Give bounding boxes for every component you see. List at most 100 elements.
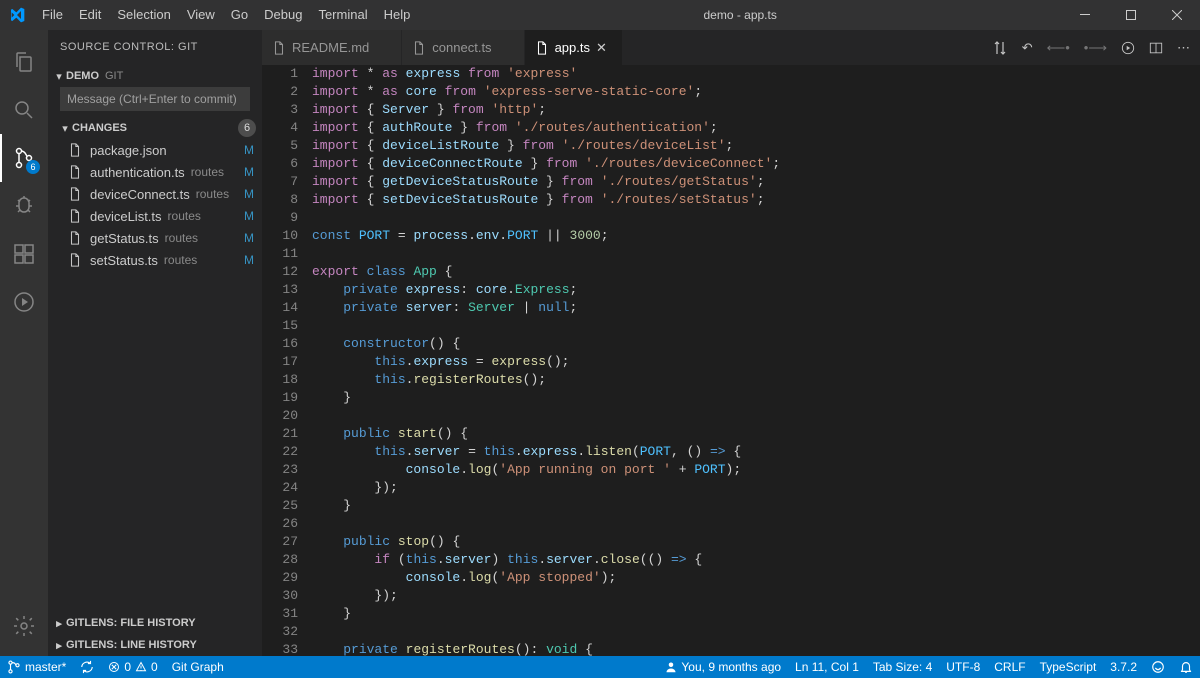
tab-label: README.md xyxy=(292,40,369,55)
code-editor[interactable]: 1234567891011121314151617181920212223242… xyxy=(262,65,1200,656)
menu-file[interactable]: File xyxy=(34,0,71,30)
file-status: M xyxy=(242,209,256,223)
compare-changes-icon[interactable] xyxy=(992,40,1008,56)
activity-settings[interactable] xyxy=(0,602,48,650)
code-content[interactable]: import * as express from 'express'import… xyxy=(312,65,1200,656)
status-git-graph[interactable]: Git Graph xyxy=(165,656,231,678)
changed-file[interactable]: deviceList.ts routes M xyxy=(48,205,262,227)
file-name: getStatus.ts xyxy=(90,231,159,246)
close-button[interactable] xyxy=(1154,0,1200,30)
file-status: M xyxy=(242,253,256,267)
changes-list: package.jsonMauthentication.tsroutesMdev… xyxy=(48,139,262,271)
status-encoding[interactable]: UTF-8 xyxy=(939,656,987,678)
tab-label: app.ts xyxy=(555,40,590,55)
nav-prev-icon[interactable]: ⟵• xyxy=(1047,40,1070,56)
file-status: M xyxy=(242,143,256,157)
file-icon xyxy=(412,41,426,55)
status-cursor-position[interactable]: Ln 11, Col 1 xyxy=(788,656,866,678)
tab-readme-md[interactable]: README.md✕ xyxy=(262,30,402,65)
run-icon[interactable] xyxy=(1121,41,1135,55)
file-icon xyxy=(68,143,84,157)
status-blame[interactable]: You, 9 months ago xyxy=(658,656,788,678)
changed-file[interactable]: setStatus.ts routes M xyxy=(48,249,262,271)
nav-next-icon[interactable]: •⟶ xyxy=(1084,40,1107,56)
scm-badge: 6 xyxy=(26,160,40,174)
file-folder: routes xyxy=(164,253,197,267)
section-header[interactable]: ▸GITLENS: FILE HISTORY xyxy=(48,612,262,634)
file-icon xyxy=(535,41,549,55)
file-icon xyxy=(68,253,84,267)
file-status: M xyxy=(242,165,256,179)
tab-label: connect.ts xyxy=(432,40,491,55)
commit-message-input[interactable] xyxy=(60,87,250,111)
changed-file[interactable]: package.jsonM xyxy=(48,139,262,161)
sidebar: SOURCE CONTROL: GIT ▾ DEMO GIT ▾ CHANGES… xyxy=(48,30,262,656)
repo-provider: GIT xyxy=(105,70,123,82)
minimize-button[interactable] xyxy=(1062,0,1108,30)
status-language[interactable]: TypeScript xyxy=(1033,656,1104,678)
section-header[interactable]: ▸GITLENS: LINE HISTORY xyxy=(48,634,262,656)
file-folder: routes xyxy=(168,209,201,223)
editor-actions: ↶ ⟵• •⟶ ⋯ xyxy=(982,30,1200,65)
sidebar-title: SOURCE CONTROL: GIT xyxy=(48,30,262,65)
vscode-logo-icon xyxy=(0,7,34,23)
collapsed-sections: ▸GITLENS: FILE HISTORY▸GITLENS: LINE HIS… xyxy=(48,612,262,656)
status-eol[interactable]: CRLF xyxy=(987,656,1032,678)
menu-edit[interactable]: Edit xyxy=(71,0,109,30)
changed-file[interactable]: deviceConnect.ts routes M xyxy=(48,183,262,205)
file-status: M xyxy=(242,187,256,201)
menu-bar: FileEditSelectionViewGoDebugTerminalHelp xyxy=(34,0,418,30)
file-folder: routes xyxy=(191,165,224,179)
chevron-down-icon: ▾ xyxy=(58,122,72,135)
changed-file[interactable]: authentication.tsroutesM xyxy=(48,161,262,183)
chevron-down-icon: ▾ xyxy=(52,70,66,83)
activity-search[interactable] xyxy=(0,86,48,134)
window-controls xyxy=(1062,0,1200,30)
maximize-button[interactable] xyxy=(1108,0,1154,30)
file-icon xyxy=(68,209,84,223)
file-name: setStatus.ts xyxy=(90,253,158,268)
status-problems[interactable]: 0 0 xyxy=(101,656,164,678)
title-bar: FileEditSelectionViewGoDebugTerminalHelp… xyxy=(0,0,1200,30)
menu-go[interactable]: Go xyxy=(223,0,256,30)
changed-file[interactable]: getStatus.tsroutesM xyxy=(48,227,262,249)
activity-bar: 6 xyxy=(0,30,48,656)
close-icon[interactable]: ✕ xyxy=(596,40,612,56)
branch-name: master* xyxy=(25,660,66,674)
menu-debug[interactable]: Debug xyxy=(256,0,310,30)
activity-extensions[interactable] xyxy=(0,230,48,278)
status-tab-size[interactable]: Tab Size: 4 xyxy=(866,656,939,678)
chevron-right-icon: ▸ xyxy=(52,639,66,652)
changes-header[interactable]: ▾ CHANGES 6 xyxy=(48,117,262,139)
file-icon xyxy=(68,187,84,201)
tab-app-ts[interactable]: app.ts ✕ xyxy=(525,30,623,65)
repo-header[interactable]: ▾ DEMO GIT xyxy=(48,65,262,87)
file-icon xyxy=(272,41,286,55)
chevron-right-icon: ▸ xyxy=(52,617,66,630)
status-ts-version[interactable]: 3.7.2 xyxy=(1103,656,1144,678)
activity-source-control[interactable]: 6 xyxy=(0,134,48,182)
file-name: deviceConnect.ts xyxy=(90,187,190,202)
more-actions-icon[interactable]: ⋯ xyxy=(1177,40,1190,56)
status-feedback-icon[interactable] xyxy=(1144,656,1172,678)
file-status: M xyxy=(242,231,256,245)
menu-view[interactable]: View xyxy=(179,0,223,30)
status-sync[interactable] xyxy=(73,656,101,678)
line-gutter: 1234567891011121314151617181920212223242… xyxy=(262,65,312,656)
file-folder: routes xyxy=(196,187,229,201)
status-branch[interactable]: master* xyxy=(0,656,73,678)
tabs-row: README.md✕connect.ts✕ app.ts ✕ ↶ ⟵• •⟶ ⋯ xyxy=(262,30,1200,65)
status-bell-icon[interactable] xyxy=(1172,656,1200,678)
file-name: deviceList.ts xyxy=(90,209,162,224)
menu-terminal[interactable]: Terminal xyxy=(310,0,375,30)
activity-debug[interactable] xyxy=(0,182,48,230)
tab-connect-ts[interactable]: connect.ts✕ xyxy=(402,30,524,65)
menu-selection[interactable]: Selection xyxy=(109,0,178,30)
split-editor-icon[interactable] xyxy=(1149,41,1163,55)
editor-area: README.md✕connect.ts✕ app.ts ✕ ↶ ⟵• •⟶ ⋯ 1… xyxy=(262,30,1200,656)
activity-explorer[interactable] xyxy=(0,38,48,86)
activity-liveshare[interactable] xyxy=(0,278,48,326)
menu-help[interactable]: Help xyxy=(376,0,419,30)
go-back-icon[interactable]: ↶ xyxy=(1022,40,1033,56)
window-title: demo - app.ts xyxy=(418,8,1062,22)
